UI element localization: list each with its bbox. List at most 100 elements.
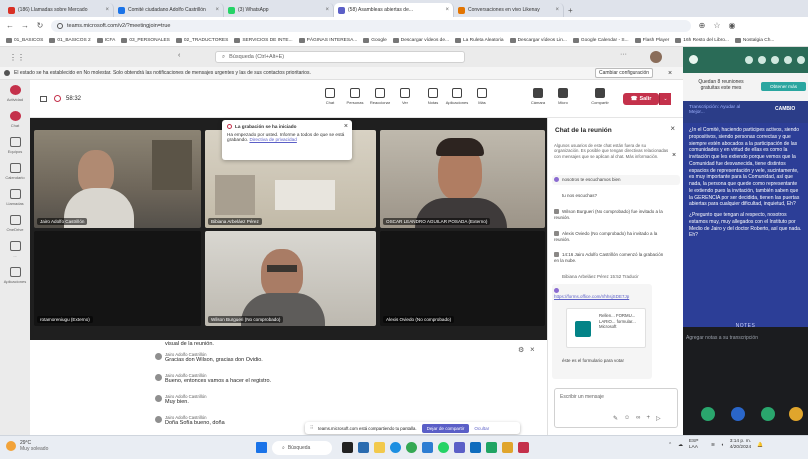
toolbar-share-button[interactable]: Compartir <box>589 88 611 105</box>
start-icon[interactable] <box>256 442 267 453</box>
toolbar-more-button[interactable]: Más <box>471 88 493 105</box>
bookmark-item[interactable]: Google Calendar - S... <box>572 37 629 43</box>
back-nav-icon[interactable]: ‹ <box>178 52 180 59</box>
clock[interactable]: 3:14 p. m. 4/20/2024 <box>730 439 751 451</box>
video-tile[interactable]: Wilson Burgueri (No comprobado) <box>205 231 376 326</box>
close-icon[interactable] <box>797 56 805 64</box>
bookmark-icon[interactable] <box>758 56 766 64</box>
chat-message-input[interactable]: Escribir un mensaje ✎ ☺ ∞ + ▷ <box>554 388 678 428</box>
close-tab-icon[interactable]: × <box>325 7 329 13</box>
taskbar-search[interactable]: ⌕ Búsqueda <box>272 441 332 455</box>
home-icon[interactable] <box>745 56 753 64</box>
bookmark-item[interactable]: SERVICIOS DE INTE... <box>234 37 293 43</box>
rail-item[interactable]: Aplicaciones <box>0 262 30 288</box>
rail-item[interactable]: Equipos <box>0 132 30 158</box>
close-tab-icon[interactable]: × <box>555 7 559 13</box>
document-icon[interactable] <box>731 407 745 421</box>
chevron-up-icon[interactable]: ⌃ <box>668 443 672 448</box>
change-button[interactable]: CAMBIO <box>775 106 795 112</box>
privacy-link[interactable]: Directiva de privacidad <box>249 137 296 142</box>
close-captions-icon[interactable]: × <box>530 345 535 354</box>
video-tile[interactable]: Jairo Adolfo Castrillón <box>34 130 201 228</box>
bookmark-item[interactable]: 03_PERSONALES <box>121 37 170 43</box>
video-tile[interactable]: OSCAR LEANDRO AGUILAR POSADA (Externo) <box>380 130 545 228</box>
browser-tab[interactable]: (58) Asambleas abiertas de... × <box>334 3 454 17</box>
hide-button[interactable]: Ocultar <box>474 426 489 431</box>
toolbar-camera-button[interactable]: Cámara <box>527 88 549 105</box>
leave-button[interactable]: ☎ Salir <box>623 93 659 105</box>
bookmark-item[interactable]: 01_BASICOS 2 <box>49 37 91 43</box>
browser-tab[interactable]: (3) WhatsApp × <box>224 3 334 17</box>
close-icon[interactable]: × <box>344 123 348 130</box>
bookmark-item[interactable]: PÁGINAS INTERESA... <box>298 37 357 43</box>
widgets-icon[interactable] <box>358 442 369 453</box>
forms-card[interactable]: Rellen... FORMU... LARIO... formular... … <box>566 308 646 348</box>
teams-icon[interactable] <box>454 442 465 453</box>
url-field[interactable]: teams.microsoft.com/v2/?meetingjoin=true <box>51 19 691 32</box>
send-icon[interactable]: ▷ <box>656 415 661 422</box>
close-chat-icon[interactable]: × <box>670 124 675 133</box>
loop-icon[interactable]: ∞ <box>636 415 640 422</box>
format-icon[interactable]: ✎ <box>613 415 618 422</box>
app-icon[interactable] <box>518 442 529 453</box>
store-icon[interactable] <box>422 442 433 453</box>
site-info-icon[interactable] <box>57 22 63 29</box>
new-tab-icon[interactable]: + <box>568 6 573 15</box>
leave-dropdown-icon[interactable]: ⌄ <box>659 93 671 105</box>
share-icon[interactable] <box>701 407 715 421</box>
explorer-icon[interactable] <box>374 442 385 453</box>
bookmark-item[interactable]: Flash Player <box>634 37 669 43</box>
forward-icon[interactable]: → <box>21 21 29 30</box>
bookmark-item[interactable]: La Ruleta Aleatoria <box>455 37 504 43</box>
profile-icon[interactable]: ◉ <box>728 21 736 30</box>
toolbar-reaction-button[interactable]: Reaccionar <box>369 88 391 105</box>
bookmark-item[interactable]: Google <box>363 37 387 43</box>
bookmark-item[interactable]: 02_TRADUCTORES <box>175 37 228 43</box>
settings-icon[interactable] <box>784 56 792 64</box>
bookmark-item[interactable]: 01_BASICOS <box>6 37 43 43</box>
mail-icon[interactable] <box>470 442 481 453</box>
wifi-icon[interactable]: ≋ <box>711 443 715 448</box>
toolbar-mic-button[interactable]: Micro <box>552 88 574 105</box>
search-input[interactable]: ⌕ Búsqueda (Ctrl+Alt+E) <box>215 51 465 63</box>
whatsapp-icon[interactable] <box>438 442 449 453</box>
app-icon[interactable] <box>502 442 513 453</box>
more-options-icon[interactable]: ··· <box>620 51 627 58</box>
pause-icon[interactable] <box>789 407 803 421</box>
task-view-icon[interactable] <box>342 442 353 453</box>
rail-item[interactable]: Actividad <box>0 80 30 106</box>
chat-link[interactable]: https://forms.office.com/r/hhsjSDE7Jp <box>554 288 629 299</box>
rail-item[interactable]: Chat <box>0 106 30 132</box>
close-tab-icon[interactable]: × <box>215 7 219 13</box>
toolbar-apps-button[interactable]: Aplicaciones <box>446 88 468 105</box>
stop-sharing-button[interactable]: Dejar de compartir <box>421 423 470 433</box>
rail-item[interactable]: OneDrive <box>0 210 30 236</box>
chrome-icon[interactable] <box>406 442 417 453</box>
rail-item[interactable]: Llamadas <box>0 184 30 210</box>
bookmark-item[interactable]: Nostalgia Ch... <box>734 37 774 43</box>
bookmark-item[interactable]: ICFA <box>96 37 115 43</box>
rail-item[interactable]: Calendario <box>0 158 30 184</box>
attach-icon[interactable]: + <box>646 415 650 422</box>
bookmark-item[interactable]: 16h Resto del Libro... <box>675 37 729 43</box>
app-icon[interactable] <box>486 442 497 453</box>
get-more-button[interactable]: Obtener más <box>761 82 806 91</box>
browser-tab[interactable]: Conversaciones en vivo Likenay × <box>454 3 564 17</box>
notes-input[interactable]: Agregar notas a su transcripción <box>686 335 805 341</box>
video-tile[interactable]: rotamoreniugu (Externo) <box>34 231 201 326</box>
reload-icon[interactable]: ↻ <box>36 21 44 30</box>
cloud-icon[interactable]: ☁ <box>678 443 683 448</box>
bookmark-item[interactable]: Descargar vídeos Lin... <box>509 37 567 43</box>
close-tab-icon[interactable]: × <box>445 7 449 13</box>
emoji-icon[interactable]: ☺ <box>624 415 630 422</box>
volume-icon[interactable]: ◖ <box>721 443 724 448</box>
camera-icon[interactable] <box>761 407 775 421</box>
toolbar-chat-button[interactable]: Chat <box>319 88 341 105</box>
language-indicator[interactable]: ESP LAA <box>689 439 705 451</box>
close-tab-icon[interactable]: × <box>105 7 109 13</box>
toolbar-view-button[interactable]: Ver <box>394 88 416 105</box>
extensions-icon[interactable]: ⊕ <box>698 21 706 30</box>
close-icon[interactable]: × <box>668 70 672 77</box>
share-grip-icon[interactable]: ⠿ <box>310 425 313 431</box>
close-notice-icon[interactable]: × <box>672 152 676 159</box>
